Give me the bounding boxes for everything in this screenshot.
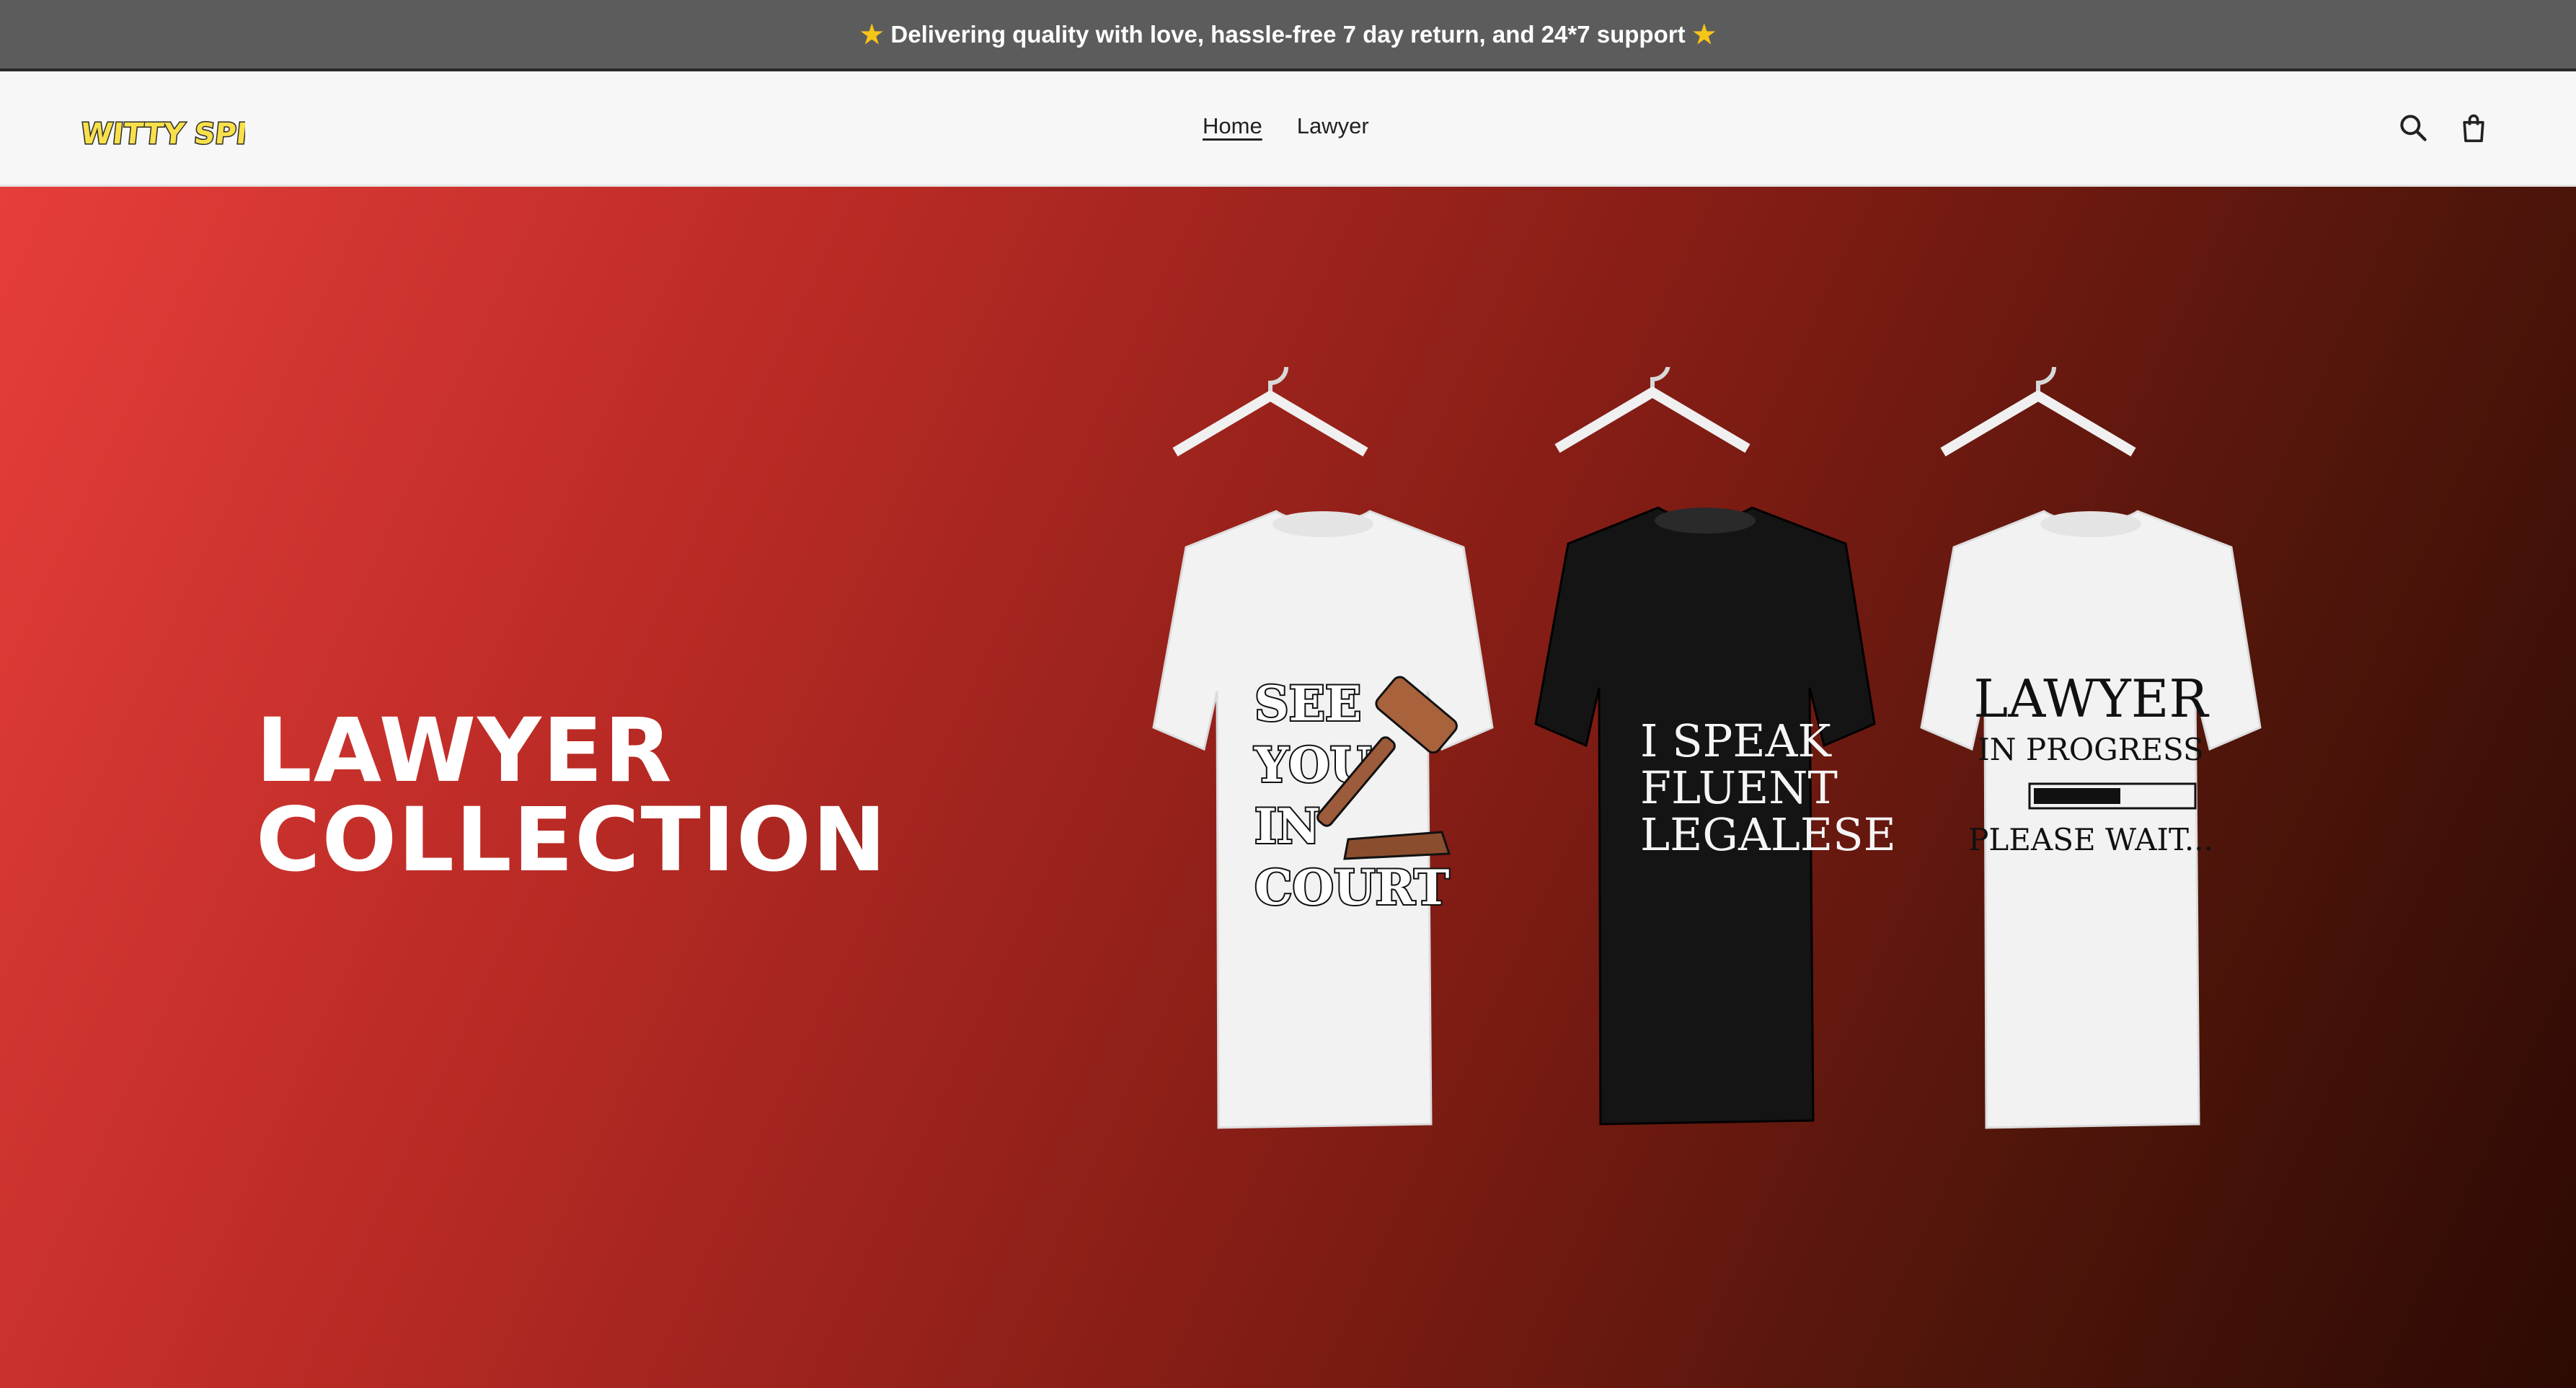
hero-title-line: COLLECTION: [256, 789, 888, 891]
announcement-text: Delivering quality with love, hassle-fre…: [890, 20, 1686, 48]
logo-text: WITTY SPIRIT: [79, 118, 245, 151]
shirt-text-line: IN: [1254, 798, 1320, 854]
star-icon: ★: [1692, 19, 1716, 49]
tshirts-image: SEE YOU IN COURT I SPEAK FLUENT LEGALESE…: [1152, 367, 2262, 1129]
nav-home[interactable]: Home: [1203, 113, 1262, 139]
cart-icon[interactable]: [2458, 112, 2489, 143]
shirt-lawyer-in-progress: LAWYER IN PROGRESS PLEASE WAIT...: [1920, 367, 2262, 1129]
star-icon: ★: [860, 19, 884, 49]
shirt-text-line: PLEASE WAIT...: [1968, 822, 2213, 857]
shirt-i-speak-fluent-legalese: I SPEAK FLUENT LEGALESE: [1534, 367, 1896, 1126]
main-nav: Home Lawyer: [1203, 113, 1369, 139]
announcement-bar: ★ Delivering quality with love, hassle-f…: [0, 0, 2576, 71]
shirt-see-you-in-court: SEE YOU IN COURT: [1152, 367, 1494, 1129]
shirt-text-line: FLUENT: [1640, 761, 1838, 814]
hero-title: LAWYER COLLECTION: [256, 706, 888, 885]
search-icon[interactable]: [2397, 112, 2429, 143]
site-header: WITTY SPIRIT Home Lawyer: [0, 71, 2576, 187]
shirt-text-line: SEE: [1254, 676, 1361, 732]
shirt-text-line: COURT: [1254, 859, 1449, 916]
logo[interactable]: WITTY SPIRIT: [79, 107, 245, 158]
shirt-text-line: LAWYER: [1973, 668, 2209, 729]
nav-lawyer[interactable]: Lawyer: [1297, 113, 1369, 139]
shirt-text-line: LEGALESE: [1640, 808, 1896, 861]
shirt-text-line: I SPEAK: [1640, 715, 1832, 767]
shirt-text-line: IN PROGRESS: [1978, 732, 2204, 767]
hero-banner[interactable]: LAWYER COLLECTION SEE YOU IN COURT I SPE…: [0, 187, 2576, 1388]
hero-title-line: LAWYER: [256, 699, 673, 802]
